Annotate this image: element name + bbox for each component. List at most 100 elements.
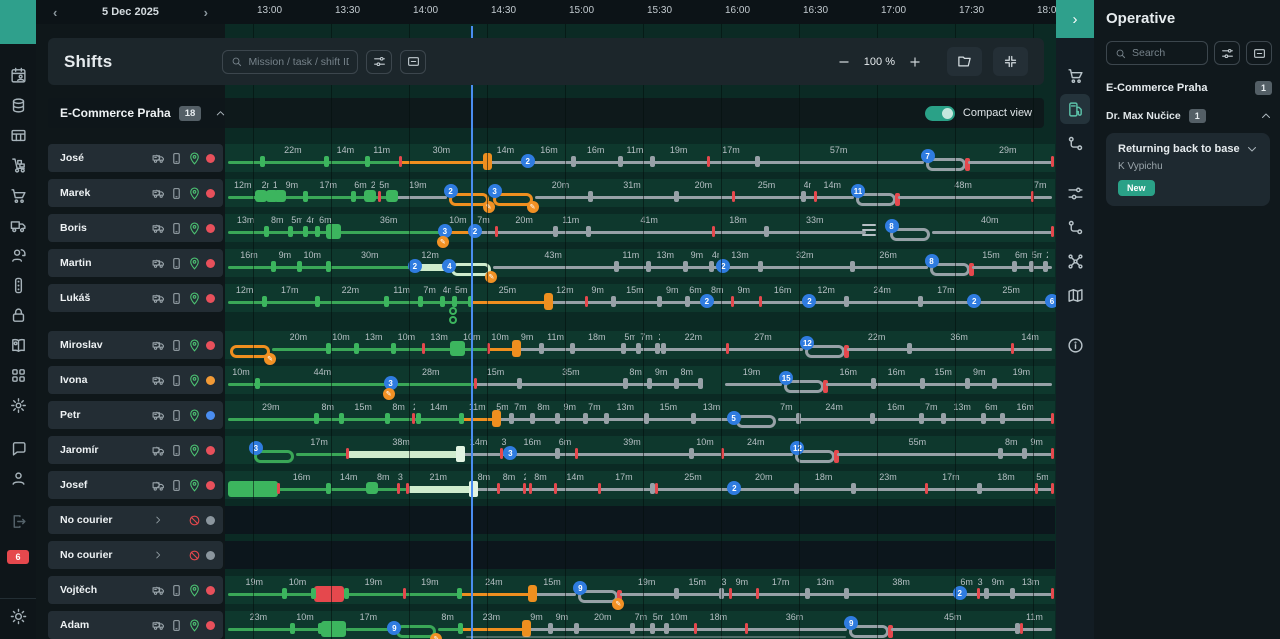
timeline-row[interactable]: 317m38m14m3m316m6m39m10m24m1255m8m9m xyxy=(225,436,1055,464)
task-segment[interactable]: 9m xyxy=(558,401,586,429)
collapse-panel-button[interactable]: › xyxy=(1056,0,1094,38)
task-segment[interactable]: 15m xyxy=(972,249,1015,277)
sidebar-item-coins[interactable] xyxy=(0,90,36,120)
task-segment[interactable]: 7m xyxy=(639,331,659,359)
task-segment[interactable]: 13m xyxy=(357,331,394,359)
zoom-out-button[interactable] xyxy=(837,55,851,69)
task-segment[interactable]: 8m xyxy=(530,471,555,499)
task-segment[interactable]: 11m xyxy=(617,249,649,277)
task-segment[interactable] xyxy=(314,576,344,604)
task-segment[interactable]: 23m xyxy=(228,611,293,639)
courier-card[interactable]: No courier xyxy=(48,506,223,534)
task-segment[interactable]: 29m xyxy=(228,401,317,429)
task-loop[interactable]: ✎ xyxy=(228,331,272,359)
task-segment[interactable]: 11m xyxy=(621,144,653,172)
task-segment[interactable]: 6m2 xyxy=(688,284,707,312)
task-segment[interactable]: 9m xyxy=(730,576,757,604)
task-segment[interactable]: 5m xyxy=(1032,249,1046,277)
panel-filter-button[interactable] xyxy=(1214,41,1240,65)
task-loop[interactable]: 12 xyxy=(803,331,847,359)
task-segment[interactable]: 13m xyxy=(944,401,984,429)
driver-collapse-button[interactable] xyxy=(1260,110,1272,122)
task-segment[interactable]: 25m xyxy=(733,179,803,207)
task-segment[interactable]: 7m xyxy=(586,401,608,429)
sidebar-item-calendar-user[interactable] xyxy=(0,60,36,90)
task-segment[interactable]: 25m2 xyxy=(656,471,735,499)
task-segment[interactable]: 14m xyxy=(329,471,373,499)
mission-search[interactable] xyxy=(222,50,358,74)
task-segment[interactable]: 19m xyxy=(620,576,677,604)
task-segment[interactable]: 20m xyxy=(272,331,329,359)
task-segment[interactable]: 6m xyxy=(1015,249,1032,277)
courier-card[interactable]: Marek xyxy=(48,179,223,207)
sidebar-item-traffic-light[interactable] xyxy=(0,270,36,300)
task-segment[interactable]: 5m xyxy=(624,331,638,359)
task-segment[interactable]: 10m xyxy=(667,611,695,639)
task-segment[interactable]: 9m xyxy=(968,366,995,394)
task-segment[interactable]: 15m xyxy=(614,284,661,312)
task-loop[interactable]: 3✎ xyxy=(491,179,535,207)
task-segment[interactable]: 40m xyxy=(932,214,1052,242)
task-loop[interactable]: 8 xyxy=(888,214,932,242)
task-segment[interactable]: 7m xyxy=(922,401,944,429)
task-segment[interactable]: 14m xyxy=(815,179,854,207)
task-segment[interactable]: 10m xyxy=(293,611,321,639)
task-segment[interactable]: 9m xyxy=(274,249,300,277)
panel-search[interactable] xyxy=(1106,41,1208,65)
timeline-row[interactable]: 19m10m1m19m19m24m15m9✎19m15m3m9m17m13m38… xyxy=(225,576,1055,604)
task-segment[interactable]: 33m xyxy=(767,214,866,242)
task-segment[interactable]: 11m xyxy=(1021,611,1052,639)
task-segment[interactable]: 15m xyxy=(532,576,577,604)
task-segment[interactable]: 18m xyxy=(980,471,1037,499)
task-segment[interactable]: 13m xyxy=(649,249,686,277)
task-segment[interactable]: 17m xyxy=(265,284,318,312)
task-segment[interactable]: 27m xyxy=(727,331,804,359)
task-segment[interactable]: 17m xyxy=(757,576,808,604)
task-segment[interactable]: 16m2 xyxy=(760,284,810,312)
task-segment[interactable]: 57m xyxy=(758,144,924,172)
task-segment[interactable]: 25m6 xyxy=(974,284,1052,312)
task-segment[interactable]: 31m xyxy=(591,179,678,207)
task-segment[interactable]: 10m xyxy=(285,576,315,604)
task-segment[interactable]: 17m xyxy=(708,144,757,172)
task-segment[interactable]: 16m xyxy=(574,144,621,172)
task-segment[interactable] xyxy=(228,471,278,499)
rail-item-fuel[interactable] xyxy=(1060,94,1090,124)
task-segment[interactable]: 14m2 xyxy=(487,144,528,172)
task-loop[interactable]: 9✎ xyxy=(576,576,620,604)
task-segment[interactable]: 20m xyxy=(496,214,556,242)
task-segment[interactable]: 24m xyxy=(799,401,873,429)
task-segment[interactable]: 8m xyxy=(498,471,523,499)
task-segment[interactable]: 38m xyxy=(347,436,460,464)
task-segment[interactable]: 25m xyxy=(471,284,549,312)
task-segment[interactable]: 45m xyxy=(891,611,1018,639)
task-expand-button[interactable] xyxy=(1246,143,1258,155)
rail-item-info[interactable] xyxy=(1060,330,1090,360)
sidebar-item-table[interactable] xyxy=(0,120,36,150)
timeline-row[interactable]: ✎20m10m13m10m13m10m10m9m11m18m5m7m2m22m2… xyxy=(225,331,1055,359)
task-segment[interactable]: 5m xyxy=(653,611,667,639)
sidebar-item-book-user[interactable] xyxy=(0,330,36,360)
task-loop[interactable]: 8 xyxy=(928,249,972,277)
task-segment[interactable]: 7m xyxy=(421,284,443,312)
task-segment[interactable]: 12m xyxy=(548,284,585,312)
rail-item-route[interactable] xyxy=(1060,212,1090,242)
sidebar-item-handtruck[interactable] xyxy=(0,150,36,180)
task-segment[interactable]: 15m xyxy=(923,366,968,394)
task-segment[interactable]: 30m2 xyxy=(329,249,415,277)
task-segment[interactable]: 23m xyxy=(854,471,926,499)
task-segment[interactable]: 11m xyxy=(368,144,400,172)
task-segment[interactable]: 18m xyxy=(695,611,746,639)
sidebar-item-lock[interactable] xyxy=(0,300,36,330)
task-segment[interactable]: 55m xyxy=(837,436,1001,464)
task-segment[interactable]: 22m xyxy=(318,284,386,312)
task-segment[interactable]: 18m xyxy=(713,214,767,242)
task-segment[interactable]: 23m xyxy=(461,611,526,639)
task-card[interactable]: Returning back to base K Vypichu New xyxy=(1106,133,1270,206)
task-segment[interactable]: 9m xyxy=(586,284,614,312)
task-segment[interactable]: 9m xyxy=(1025,436,1052,464)
task-segment[interactable]: 14m xyxy=(1012,331,1052,359)
task-segment[interactable]: 8m xyxy=(626,366,650,394)
task-segment[interactable]: 16m xyxy=(528,144,575,172)
task-segment[interactable]: 16m xyxy=(228,249,274,277)
